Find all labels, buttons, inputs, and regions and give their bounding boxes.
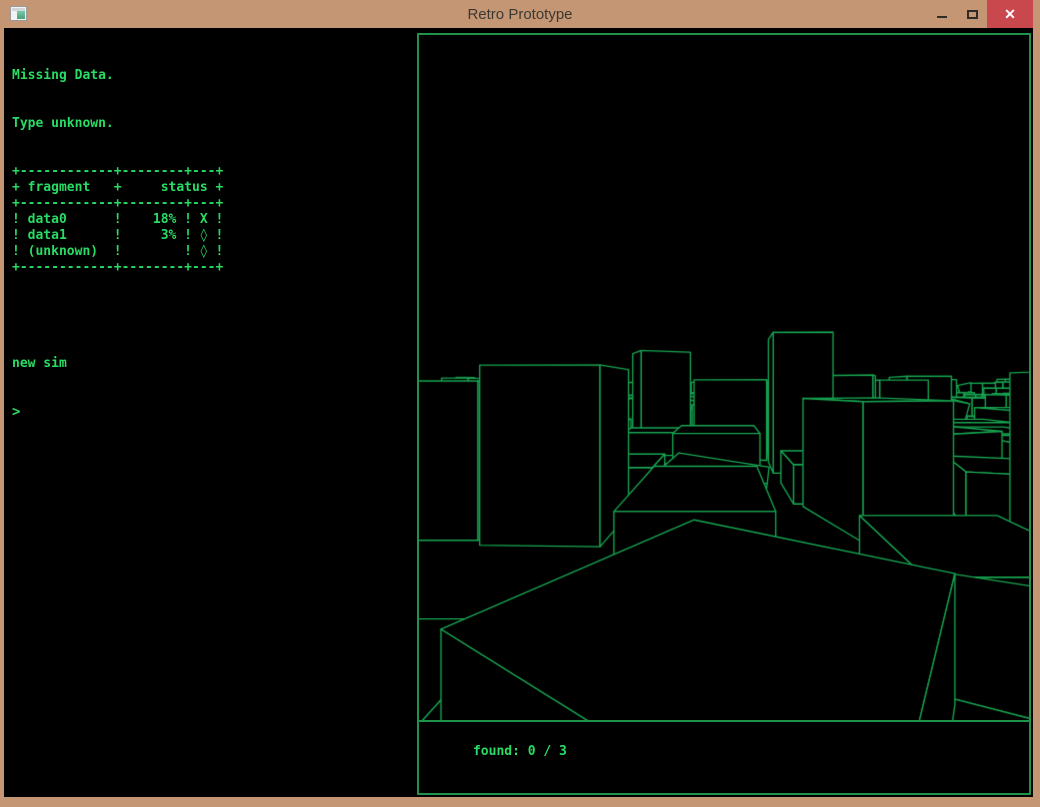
- titlebar[interactable]: Retro Prototype ✕: [0, 0, 1040, 28]
- window-title: Retro Prototype: [0, 6, 1040, 23]
- maximize-button[interactable]: [957, 0, 987, 28]
- new-sim-label[interactable]: new sim: [12, 356, 223, 372]
- minimize-icon: [937, 16, 947, 18]
- window-frame-bottom: [0, 797, 1040, 807]
- app-icon-pane: [17, 11, 25, 19]
- scene-panel: found: 0 / 3: [417, 33, 1031, 795]
- command-prompt[interactable]: >: [12, 404, 223, 420]
- statusbar: found: 0 / 3: [419, 722, 1029, 791]
- caption-buttons: ✕: [927, 0, 1033, 28]
- terminal-line-type-unknown: Type unknown.: [12, 116, 223, 132]
- app-window-icon: [10, 6, 27, 21]
- window-frame-left: [0, 28, 4, 807]
- terminal-line-missing-data: Missing Data.: [12, 68, 223, 84]
- fragment-status-table: +------------+--------+---+ + fragment +…: [12, 164, 223, 276]
- minimize-button[interactable]: [927, 0, 957, 28]
- app-window: Retro Prototype ✕ Missing Data. Type unk…: [0, 0, 1040, 807]
- close-button[interactable]: ✕: [987, 0, 1033, 28]
- wireframe-viewport[interactable]: [419, 35, 1029, 722]
- found-counter: found: 0 / 3: [473, 744, 567, 759]
- terminal-blank-line: [12, 308, 223, 324]
- window-frame-right: [1033, 28, 1040, 807]
- maximize-icon: [967, 10, 978, 19]
- terminal-pane: Missing Data. Type unknown. +-----------…: [12, 36, 223, 452]
